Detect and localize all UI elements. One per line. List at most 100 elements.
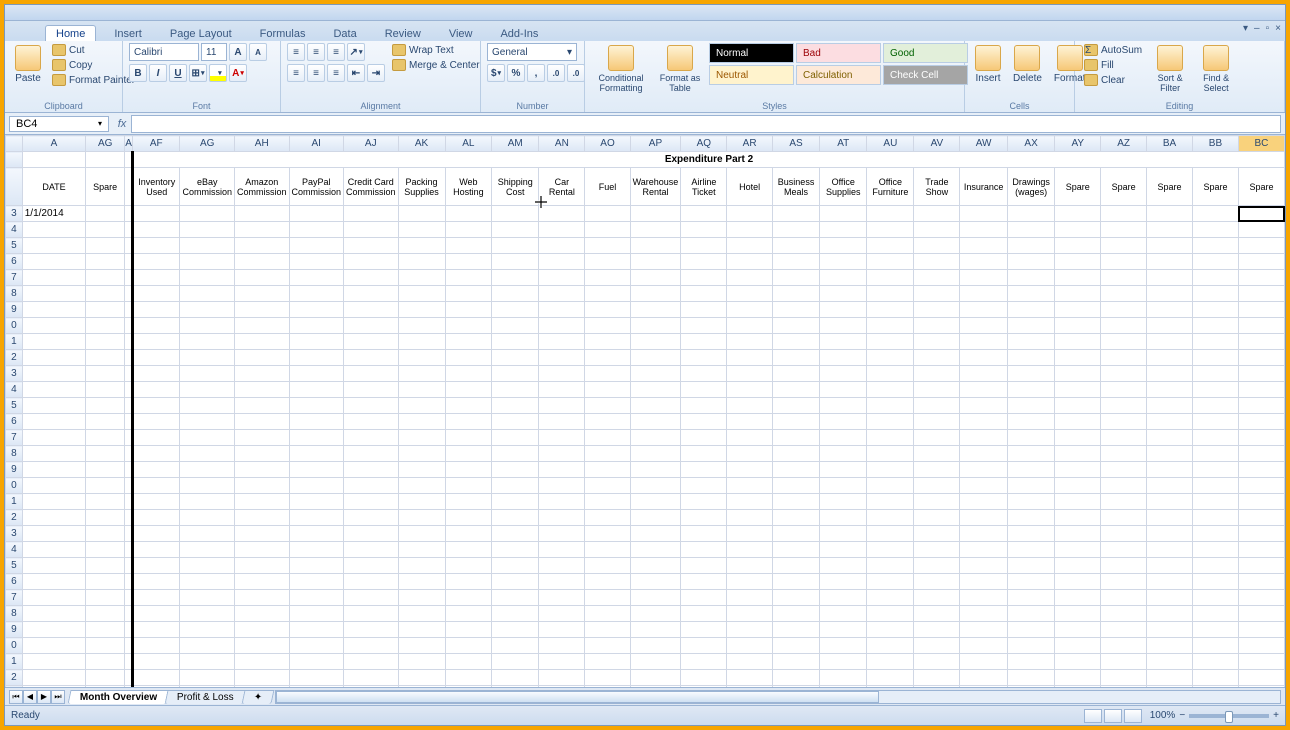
cell[interactable] <box>1147 574 1193 590</box>
cell[interactable] <box>867 318 914 334</box>
cell[interactable] <box>133 414 180 430</box>
cell[interactable] <box>585 286 630 302</box>
cell-style-good[interactable]: Good <box>883 43 968 63</box>
cell[interactable] <box>133 462 180 478</box>
cell[interactable] <box>1101 382 1147 398</box>
cell[interactable] <box>22 526 86 542</box>
decrease-indent-button[interactable]: ⇤ <box>347 64 365 82</box>
cell[interactable] <box>1101 350 1147 366</box>
cell[interactable] <box>125 318 133 334</box>
cell[interactable] <box>398 366 445 382</box>
cell[interactable] <box>1147 510 1193 526</box>
row-header[interactable]: 2 <box>6 350 23 366</box>
cell[interactable] <box>125 286 133 302</box>
cell[interactable] <box>1055 510 1101 526</box>
name-box[interactable]: BC4▾ <box>9 116 109 132</box>
cell[interactable] <box>492 206 539 222</box>
cell[interactable] <box>235 302 290 318</box>
cell[interactable] <box>492 382 539 398</box>
cell[interactable] <box>1193 558 1239 574</box>
cell[interactable] <box>1055 478 1101 494</box>
cell[interactable] <box>289 510 344 526</box>
cell[interactable] <box>1238 254 1284 270</box>
cell[interactable] <box>22 510 86 526</box>
cell[interactable] <box>820 446 867 462</box>
cell[interactable] <box>180 238 235 254</box>
cell[interactable] <box>867 382 914 398</box>
cell[interactable] <box>585 318 630 334</box>
sort-filter-button[interactable]: Sort & Filter <box>1149 43 1191 95</box>
cell[interactable] <box>180 558 235 574</box>
cell[interactable] <box>1101 238 1147 254</box>
cell[interactable] <box>585 334 630 350</box>
cell[interactable] <box>681 430 727 446</box>
cell[interactable] <box>585 558 630 574</box>
cell[interactable] <box>133 446 180 462</box>
shrink-font-button[interactable]: A <box>249 43 267 61</box>
cell[interactable] <box>133 302 180 318</box>
cell[interactable] <box>86 654 125 670</box>
cell[interactable] <box>867 430 914 446</box>
cell[interactable] <box>1007 302 1054 318</box>
cell[interactable] <box>492 254 539 270</box>
cell[interactable] <box>133 606 180 622</box>
cell[interactable] <box>289 382 344 398</box>
cell[interactable] <box>86 398 125 414</box>
cell[interactable] <box>960 238 1008 254</box>
zoom-out-button[interactable]: − <box>1179 710 1185 721</box>
cell[interactable] <box>681 622 727 638</box>
cell[interactable] <box>1007 430 1054 446</box>
cell[interactable] <box>585 446 630 462</box>
cell[interactable] <box>630 206 681 222</box>
cell[interactable] <box>772 494 819 510</box>
cell[interactable] <box>86 350 125 366</box>
cell[interactable] <box>1101 622 1147 638</box>
cell[interactable] <box>772 462 819 478</box>
cell[interactable] <box>344 558 399 574</box>
cell[interactable] <box>289 430 344 446</box>
cell[interactable] <box>235 478 290 494</box>
cell[interactable] <box>772 382 819 398</box>
cell[interactable] <box>133 286 180 302</box>
cell[interactable] <box>539 494 585 510</box>
cell[interactable] <box>180 686 235 688</box>
cell[interactable] <box>585 270 630 286</box>
cell[interactable] <box>960 318 1008 334</box>
cell[interactable] <box>492 654 539 670</box>
cell[interactable] <box>1147 526 1193 542</box>
cell[interactable] <box>960 286 1008 302</box>
cell[interactable] <box>125 222 133 238</box>
cell[interactable] <box>772 350 819 366</box>
cell[interactable] <box>492 238 539 254</box>
cell[interactable] <box>22 286 86 302</box>
cell[interactable] <box>630 414 681 430</box>
cell[interactable] <box>492 558 539 574</box>
cell[interactable] <box>727 302 773 318</box>
cell[interactable] <box>133 366 180 382</box>
cell[interactable] <box>1007 526 1054 542</box>
cell[interactable] <box>1007 398 1054 414</box>
cell[interactable] <box>1147 302 1193 318</box>
cell[interactable] <box>445 654 492 670</box>
cell[interactable] <box>867 494 914 510</box>
cell[interactable] <box>960 638 1008 654</box>
cell[interactable] <box>1007 254 1054 270</box>
cell[interactable] <box>289 654 344 670</box>
cell[interactable] <box>585 526 630 542</box>
cell[interactable] <box>630 638 681 654</box>
cell[interactable] <box>1147 414 1193 430</box>
cell[interactable] <box>1147 254 1193 270</box>
cell[interactable] <box>289 606 344 622</box>
cell[interactable] <box>1101 430 1147 446</box>
cell[interactable] <box>1193 318 1239 334</box>
cell[interactable] <box>235 462 290 478</box>
cell[interactable] <box>772 318 819 334</box>
cell[interactable] <box>772 526 819 542</box>
increase-decimal-button[interactable]: .0 <box>547 64 565 82</box>
cell[interactable] <box>235 270 290 286</box>
cell[interactable] <box>1238 414 1284 430</box>
cell[interactable] <box>344 478 399 494</box>
cell[interactable] <box>1193 286 1239 302</box>
row-header[interactable]: 4 <box>6 222 23 238</box>
cell[interactable] <box>630 398 681 414</box>
